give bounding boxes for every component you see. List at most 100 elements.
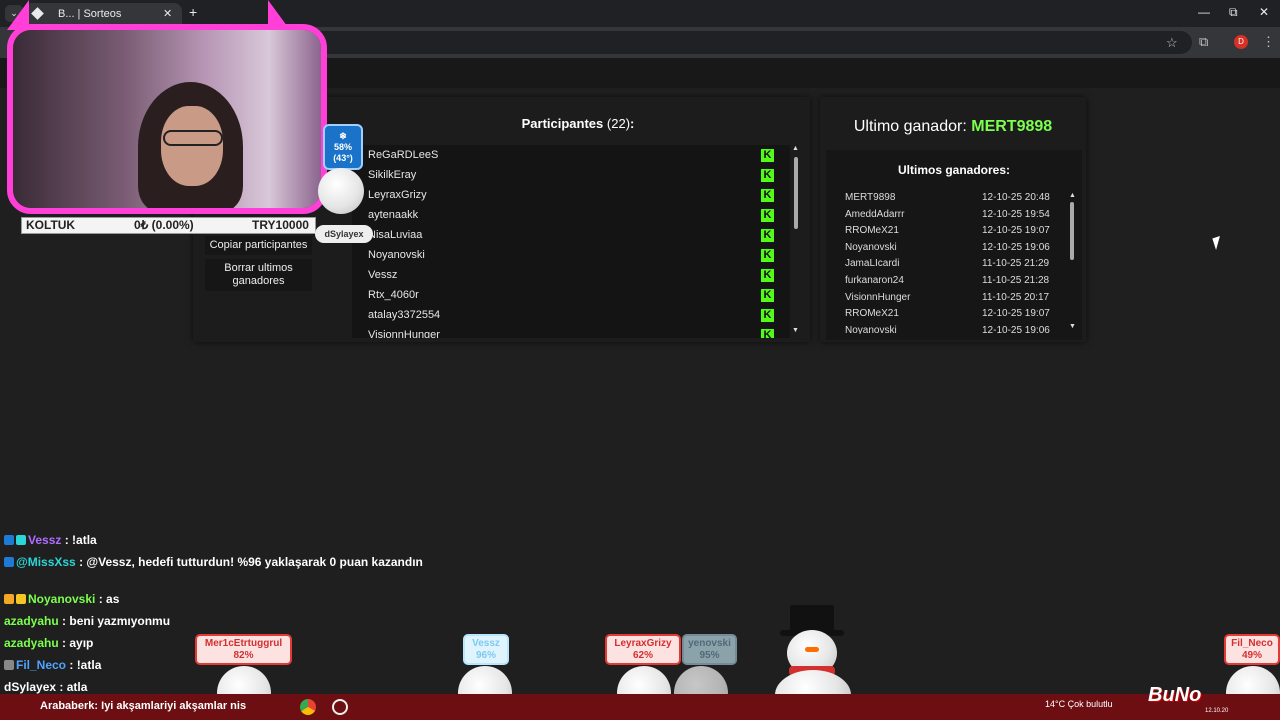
weather-widget[interactable]: 14°C Çok bulutlu xyxy=(1045,699,1113,709)
winner-date: 11-10-25 20:17 xyxy=(982,291,1050,303)
extensions-icon[interactable]: ⧉ xyxy=(1199,34,1208,50)
winner-row: MERT9898 12-10-25 20:48 xyxy=(845,192,1055,208)
chat-message: Fil_Neco : !atla xyxy=(4,658,101,672)
buno-logo: BuNo xyxy=(1148,684,1202,706)
participant-row[interactable]: VisionnHunger K xyxy=(368,325,778,338)
chat-message: dSylayex : atla xyxy=(4,680,87,694)
minimize-button[interactable]: — xyxy=(1198,5,1210,19)
ball-tag-name: Vessz xyxy=(472,638,500,649)
participant-row[interactable]: Vessz K xyxy=(368,265,778,285)
taskbar-ticker: Arababerk: Iyi akşamlariyi akşamlar nis xyxy=(40,700,247,712)
winner-name: RROMeX21 xyxy=(845,308,899,320)
new-tab-button[interactable]: + xyxy=(189,4,197,20)
winners-list-title: Ultimos ganadores: xyxy=(897,163,1011,177)
window-close-button[interactable]: ✕ xyxy=(1259,5,1269,19)
chat-separator: : xyxy=(58,636,70,650)
participant-row[interactable]: ReGaRDLeeS K xyxy=(368,145,778,165)
clear-winners-button[interactable]: Borrar ultimos ganadores xyxy=(205,259,312,291)
snowflake-icon: ❄ xyxy=(339,131,347,141)
address-bar[interactable] xyxy=(300,31,1192,54)
winner-name: Noyanovski xyxy=(845,324,897,334)
donation-ticker: KOLTUK 0₺ (0.00%) TRY10000 xyxy=(21,217,316,234)
participant-row[interactable]: Rtx_4060r K xyxy=(368,285,778,305)
ball-tag-name: LeyraxGrizy xyxy=(614,638,672,649)
participant-row[interactable]: NisaLuviaa K xyxy=(368,225,778,245)
winner-date: 11-10-25 21:28 xyxy=(982,275,1050,286)
copy-participants-button[interactable]: Copiar participantes xyxy=(205,236,312,255)
participant-row[interactable]: LeyraxGrizy K xyxy=(368,185,778,205)
winners-scroll-up-icon[interactable]: ▲ xyxy=(1069,192,1076,199)
kick-platform-icon: K xyxy=(761,149,774,162)
ball-tag-percent: 62% xyxy=(632,650,653,661)
chat-separator: : xyxy=(56,680,67,694)
participant-name: SikilkEray xyxy=(368,169,417,181)
participant-name: atalay3372554 xyxy=(368,309,441,321)
chat-separator: : xyxy=(66,658,77,672)
chat-text: ayıp xyxy=(69,636,94,650)
winner-name: JamaLIcardi xyxy=(845,258,900,270)
maximize-button[interactable]: ⧉ xyxy=(1229,5,1238,20)
winner-row: JamaLIcardi 11-10-25 21:29 xyxy=(845,258,1055,274)
chat-text: atla xyxy=(66,680,88,694)
participant-name: Vessz xyxy=(368,269,398,281)
kick-platform-icon: K xyxy=(761,269,774,282)
chat-separator: : xyxy=(95,592,107,606)
scroll-up-icon[interactable]: ▲ xyxy=(792,145,799,152)
obs-icon[interactable] xyxy=(332,699,348,715)
winner-row: Noyanovski 12-10-25 19:06 xyxy=(845,242,1055,258)
participants-count: (22) xyxy=(606,116,631,131)
ball-tag: Fil_Neco 49% xyxy=(1224,634,1280,665)
winner-date: 12-10-25 19:06 xyxy=(982,324,1050,334)
tab-title: B... | Sorteos xyxy=(58,8,122,20)
kick-platform-icon: K xyxy=(761,189,774,202)
profile-avatar[interactable]: D xyxy=(1234,35,1248,49)
winner-date: 12-10-25 19:54 xyxy=(982,208,1050,220)
participant-name: Rtx_4060r xyxy=(368,289,419,301)
kick-platform-icon: K xyxy=(761,289,774,302)
ball-tag-name: yenovski xyxy=(688,638,731,649)
participant-name: ReGaRDLeeS xyxy=(368,149,439,161)
winner-date: 12-10-25 19:07 xyxy=(982,308,1050,320)
snowman-nose xyxy=(805,647,819,652)
participant-row[interactable]: SikilkEray K xyxy=(368,165,778,185)
winners-list[interactable]: MERT9898 12-10-25 20:48 AmeddAdarrr 12-10-2… xyxy=(845,192,1065,334)
kick-platform-icon: K xyxy=(761,329,774,338)
winners-scroll-thumb[interactable] xyxy=(1070,202,1074,260)
bookmark-star-icon[interactable]: ☆ xyxy=(1166,35,1178,51)
chat-separator: : xyxy=(58,614,70,628)
scroll-down-icon[interactable]: ▼ xyxy=(792,327,799,334)
ball-tag: Mer1cEtrtuggrul 82% xyxy=(195,634,292,665)
snowman-hat xyxy=(790,605,834,633)
participant-name: aytenaakk xyxy=(368,209,419,221)
chat-text: @Vessz, hedefi tutturdun! %96 yaklaşarak… xyxy=(86,555,423,569)
ball-tag-percent: 49% xyxy=(1241,650,1262,661)
browser-menu-icon[interactable]: ⋮ xyxy=(1262,34,1275,50)
badge-icon xyxy=(16,594,26,604)
ball-name-tag: dSylayex xyxy=(315,225,373,243)
winner-date: 12-10-25 19:06 xyxy=(982,241,1050,253)
participants-title: Participantes (22): xyxy=(353,116,803,131)
streamer-face xyxy=(161,106,223,186)
ball-tag-name: Fil_Neco xyxy=(1231,638,1273,649)
ball-tag: yenovski 95% xyxy=(682,634,737,665)
participants-scroll-thumb[interactable] xyxy=(794,157,798,229)
participant-name: VisionnHunger xyxy=(368,329,440,338)
chat-message: @MissXss : @Vessz, hedefi tutturdun! %96… xyxy=(4,555,423,569)
participant-name: NisaLuviaa xyxy=(368,229,423,241)
participant-row[interactable]: aytenaakk K xyxy=(368,205,778,225)
winners-scroll-down-icon[interactable]: ▼ xyxy=(1069,323,1076,330)
chat-user: Fil_Neco xyxy=(16,658,67,672)
winner-name: furkanaron24 xyxy=(845,275,904,286)
participants-list[interactable]: ReGaRDLeeS K SikilkEray K LeyraxGrizy Kaytena… xyxy=(352,145,790,338)
participant-row[interactable]: Noyanovski K xyxy=(368,245,778,265)
taskbar-clock[interactable]: 12.10.20 xyxy=(1205,708,1228,714)
temperature-degree: (43°) xyxy=(333,153,353,163)
participant-row[interactable]: atalay3372554 K xyxy=(368,305,778,325)
last-winner-name: MERT9898 xyxy=(971,118,1053,135)
winner-row: RROMeX21 12-10-25 19:07 xyxy=(845,225,1055,241)
tab-close-icon[interactable]: ✕ xyxy=(163,7,172,20)
chrome-icon[interactable] xyxy=(300,699,316,715)
ball-tag-name: Mer1cEtrtuggrul xyxy=(204,638,283,649)
chat-separator: : xyxy=(61,533,73,547)
chat-text: !atla xyxy=(76,658,102,672)
